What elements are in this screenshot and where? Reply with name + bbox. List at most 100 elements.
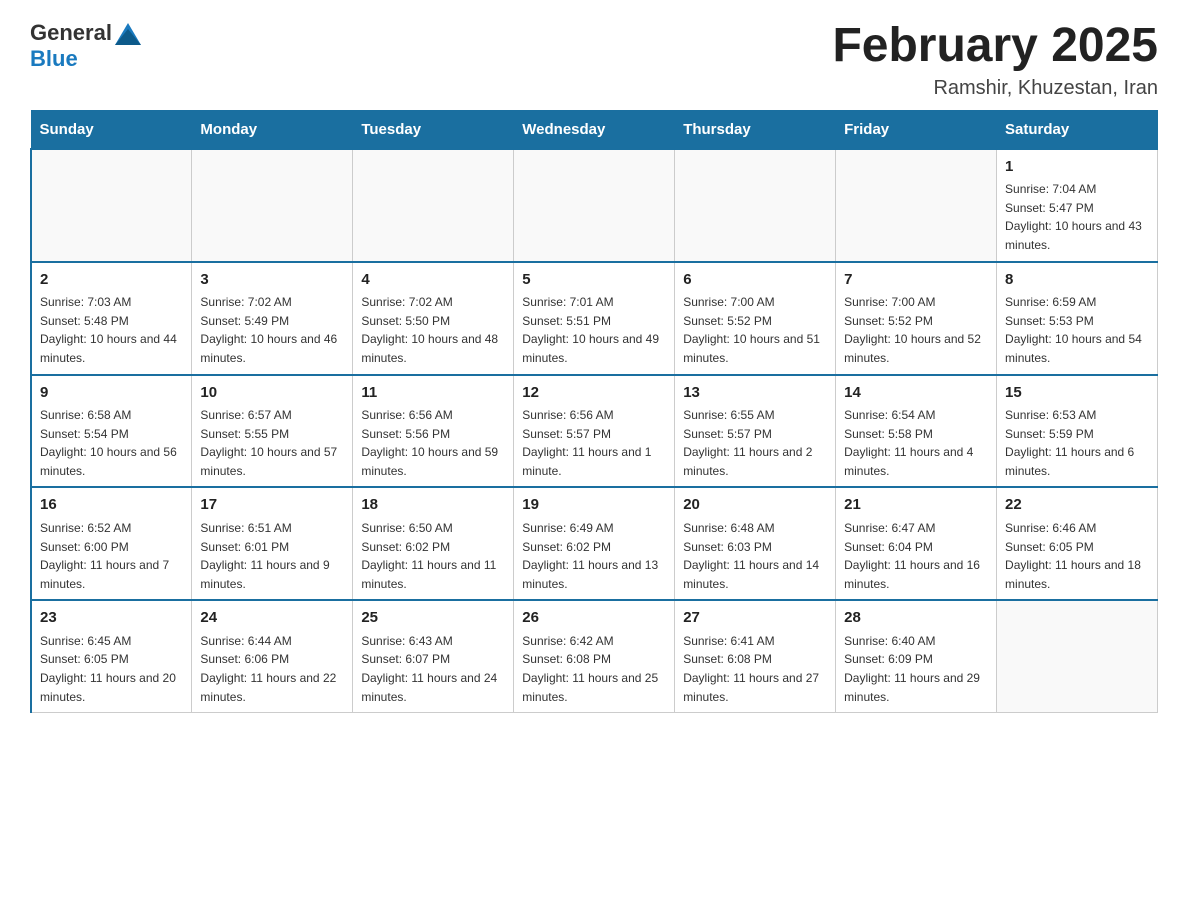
day-info: Sunrise: 6:58 AM Sunset: 5:54 PM Dayligh… xyxy=(40,406,183,480)
day-info: Sunrise: 7:04 AM Sunset: 5:47 PM Dayligh… xyxy=(1005,180,1149,254)
calendar-cell xyxy=(997,600,1158,712)
calendar-cell xyxy=(514,149,675,262)
calendar-week-5: 23Sunrise: 6:45 AM Sunset: 6:05 PM Dayli… xyxy=(31,600,1158,712)
day-number: 14 xyxy=(844,382,988,405)
day-info: Sunrise: 6:53 AM Sunset: 5:59 PM Dayligh… xyxy=(1005,406,1149,480)
calendar-cell: 12Sunrise: 6:56 AM Sunset: 5:57 PM Dayli… xyxy=(514,375,675,488)
logo: General Blue xyxy=(30,20,141,72)
day-info: Sunrise: 6:42 AM Sunset: 6:08 PM Dayligh… xyxy=(522,632,666,706)
calendar-cell: 13Sunrise: 6:55 AM Sunset: 5:57 PM Dayli… xyxy=(675,375,836,488)
calendar-cell: 6Sunrise: 7:00 AM Sunset: 5:52 PM Daylig… xyxy=(675,262,836,375)
day-number: 5 xyxy=(522,269,666,292)
calendar-cell: 24Sunrise: 6:44 AM Sunset: 6:06 PM Dayli… xyxy=(192,600,353,712)
day-info: Sunrise: 6:56 AM Sunset: 5:57 PM Dayligh… xyxy=(522,406,666,480)
calendar-cell: 4Sunrise: 7:02 AM Sunset: 5:50 PM Daylig… xyxy=(353,262,514,375)
calendar-cell: 11Sunrise: 6:56 AM Sunset: 5:56 PM Dayli… xyxy=(353,375,514,488)
calendar-cell xyxy=(31,149,192,262)
calendar-cell: 19Sunrise: 6:49 AM Sunset: 6:02 PM Dayli… xyxy=(514,487,675,600)
day-info: Sunrise: 7:01 AM Sunset: 5:51 PM Dayligh… xyxy=(522,293,666,367)
calendar-cell: 25Sunrise: 6:43 AM Sunset: 6:07 PM Dayli… xyxy=(353,600,514,712)
day-info: Sunrise: 7:02 AM Sunset: 5:49 PM Dayligh… xyxy=(200,293,344,367)
calendar-cell: 26Sunrise: 6:42 AM Sunset: 6:08 PM Dayli… xyxy=(514,600,675,712)
calendar-week-2: 2Sunrise: 7:03 AM Sunset: 5:48 PM Daylig… xyxy=(31,262,1158,375)
day-info: Sunrise: 6:52 AM Sunset: 6:00 PM Dayligh… xyxy=(40,519,183,593)
calendar-cell: 18Sunrise: 6:50 AM Sunset: 6:02 PM Dayli… xyxy=(353,487,514,600)
calendar-cell: 22Sunrise: 6:46 AM Sunset: 6:05 PM Dayli… xyxy=(997,487,1158,600)
calendar-cell: 2Sunrise: 7:03 AM Sunset: 5:48 PM Daylig… xyxy=(31,262,192,375)
location-subtitle: Ramshir, Khuzestan, Iran xyxy=(832,77,1158,100)
day-number: 28 xyxy=(844,607,988,630)
calendar-header-sunday: Sunday xyxy=(31,110,192,149)
day-info: Sunrise: 6:49 AM Sunset: 6:02 PM Dayligh… xyxy=(522,519,666,593)
calendar-header-thursday: Thursday xyxy=(675,110,836,149)
day-info: Sunrise: 7:02 AM Sunset: 5:50 PM Dayligh… xyxy=(361,293,505,367)
day-number: 23 xyxy=(40,607,183,630)
calendar-cell xyxy=(675,149,836,262)
day-number: 11 xyxy=(361,382,505,405)
day-info: Sunrise: 7:00 AM Sunset: 5:52 PM Dayligh… xyxy=(683,293,827,367)
day-info: Sunrise: 6:46 AM Sunset: 6:05 PM Dayligh… xyxy=(1005,519,1149,593)
calendar-week-3: 9Sunrise: 6:58 AM Sunset: 5:54 PM Daylig… xyxy=(31,375,1158,488)
day-info: Sunrise: 6:55 AM Sunset: 5:57 PM Dayligh… xyxy=(683,406,827,480)
day-info: Sunrise: 6:48 AM Sunset: 6:03 PM Dayligh… xyxy=(683,519,827,593)
calendar-cell: 14Sunrise: 6:54 AM Sunset: 5:58 PM Dayli… xyxy=(836,375,997,488)
day-number: 19 xyxy=(522,494,666,517)
calendar-header-wednesday: Wednesday xyxy=(514,110,675,149)
day-info: Sunrise: 6:50 AM Sunset: 6:02 PM Dayligh… xyxy=(361,519,505,593)
day-number: 15 xyxy=(1005,382,1149,405)
calendar-header-tuesday: Tuesday xyxy=(353,110,514,149)
logo-blue-text: Blue xyxy=(30,46,78,71)
day-info: Sunrise: 6:59 AM Sunset: 5:53 PM Dayligh… xyxy=(1005,293,1149,367)
calendar-cell: 9Sunrise: 6:58 AM Sunset: 5:54 PM Daylig… xyxy=(31,375,192,488)
day-number: 18 xyxy=(361,494,505,517)
day-number: 8 xyxy=(1005,269,1149,292)
calendar-header-saturday: Saturday xyxy=(997,110,1158,149)
page-header: General Blue February 2025 Ramshir, Khuz… xyxy=(30,20,1158,100)
day-info: Sunrise: 6:54 AM Sunset: 5:58 PM Dayligh… xyxy=(844,406,988,480)
logo-triangle-icon xyxy=(115,23,141,45)
day-number: 16 xyxy=(40,494,183,517)
calendar-cell: 20Sunrise: 6:48 AM Sunset: 6:03 PM Dayli… xyxy=(675,487,836,600)
calendar-cell: 17Sunrise: 6:51 AM Sunset: 6:01 PM Dayli… xyxy=(192,487,353,600)
day-number: 1 xyxy=(1005,156,1149,179)
day-number: 6 xyxy=(683,269,827,292)
calendar-cell: 23Sunrise: 6:45 AM Sunset: 6:05 PM Dayli… xyxy=(31,600,192,712)
day-info: Sunrise: 6:40 AM Sunset: 6:09 PM Dayligh… xyxy=(844,632,988,706)
calendar-header-monday: Monday xyxy=(192,110,353,149)
day-number: 3 xyxy=(200,269,344,292)
calendar-cell xyxy=(192,149,353,262)
calendar-header-row: SundayMondayTuesdayWednesdayThursdayFrid… xyxy=(31,110,1158,149)
day-number: 20 xyxy=(683,494,827,517)
day-info: Sunrise: 6:56 AM Sunset: 5:56 PM Dayligh… xyxy=(361,406,505,480)
day-info: Sunrise: 6:57 AM Sunset: 5:55 PM Dayligh… xyxy=(200,406,344,480)
day-number: 24 xyxy=(200,607,344,630)
day-number: 13 xyxy=(683,382,827,405)
month-title: February 2025 xyxy=(832,20,1158,73)
calendar-week-1: 1Sunrise: 7:04 AM Sunset: 5:47 PM Daylig… xyxy=(31,149,1158,262)
day-info: Sunrise: 6:51 AM Sunset: 6:01 PM Dayligh… xyxy=(200,519,344,593)
day-number: 7 xyxy=(844,269,988,292)
day-info: Sunrise: 6:47 AM Sunset: 6:04 PM Dayligh… xyxy=(844,519,988,593)
day-info: Sunrise: 6:45 AM Sunset: 6:05 PM Dayligh… xyxy=(40,632,183,706)
calendar-cell xyxy=(836,149,997,262)
calendar-cell: 1Sunrise: 7:04 AM Sunset: 5:47 PM Daylig… xyxy=(997,149,1158,262)
day-info: Sunrise: 6:44 AM Sunset: 6:06 PM Dayligh… xyxy=(200,632,344,706)
day-info: Sunrise: 6:43 AM Sunset: 6:07 PM Dayligh… xyxy=(361,632,505,706)
calendar-cell: 8Sunrise: 6:59 AM Sunset: 5:53 PM Daylig… xyxy=(997,262,1158,375)
calendar-header-friday: Friday xyxy=(836,110,997,149)
day-number: 25 xyxy=(361,607,505,630)
day-info: Sunrise: 6:41 AM Sunset: 6:08 PM Dayligh… xyxy=(683,632,827,706)
day-number: 22 xyxy=(1005,494,1149,517)
calendar-cell: 3Sunrise: 7:02 AM Sunset: 5:49 PM Daylig… xyxy=(192,262,353,375)
calendar-cell: 10Sunrise: 6:57 AM Sunset: 5:55 PM Dayli… xyxy=(192,375,353,488)
calendar-cell: 7Sunrise: 7:00 AM Sunset: 5:52 PM Daylig… xyxy=(836,262,997,375)
calendar-cell: 28Sunrise: 6:40 AM Sunset: 6:09 PM Dayli… xyxy=(836,600,997,712)
calendar-table: SundayMondayTuesdayWednesdayThursdayFrid… xyxy=(30,110,1158,713)
day-info: Sunrise: 7:00 AM Sunset: 5:52 PM Dayligh… xyxy=(844,293,988,367)
calendar-cell: 27Sunrise: 6:41 AM Sunset: 6:08 PM Dayli… xyxy=(675,600,836,712)
day-info: Sunrise: 7:03 AM Sunset: 5:48 PM Dayligh… xyxy=(40,293,183,367)
day-number: 17 xyxy=(200,494,344,517)
calendar-cell: 15Sunrise: 6:53 AM Sunset: 5:59 PM Dayli… xyxy=(997,375,1158,488)
calendar-cell: 21Sunrise: 6:47 AM Sunset: 6:04 PM Dayli… xyxy=(836,487,997,600)
day-number: 9 xyxy=(40,382,183,405)
